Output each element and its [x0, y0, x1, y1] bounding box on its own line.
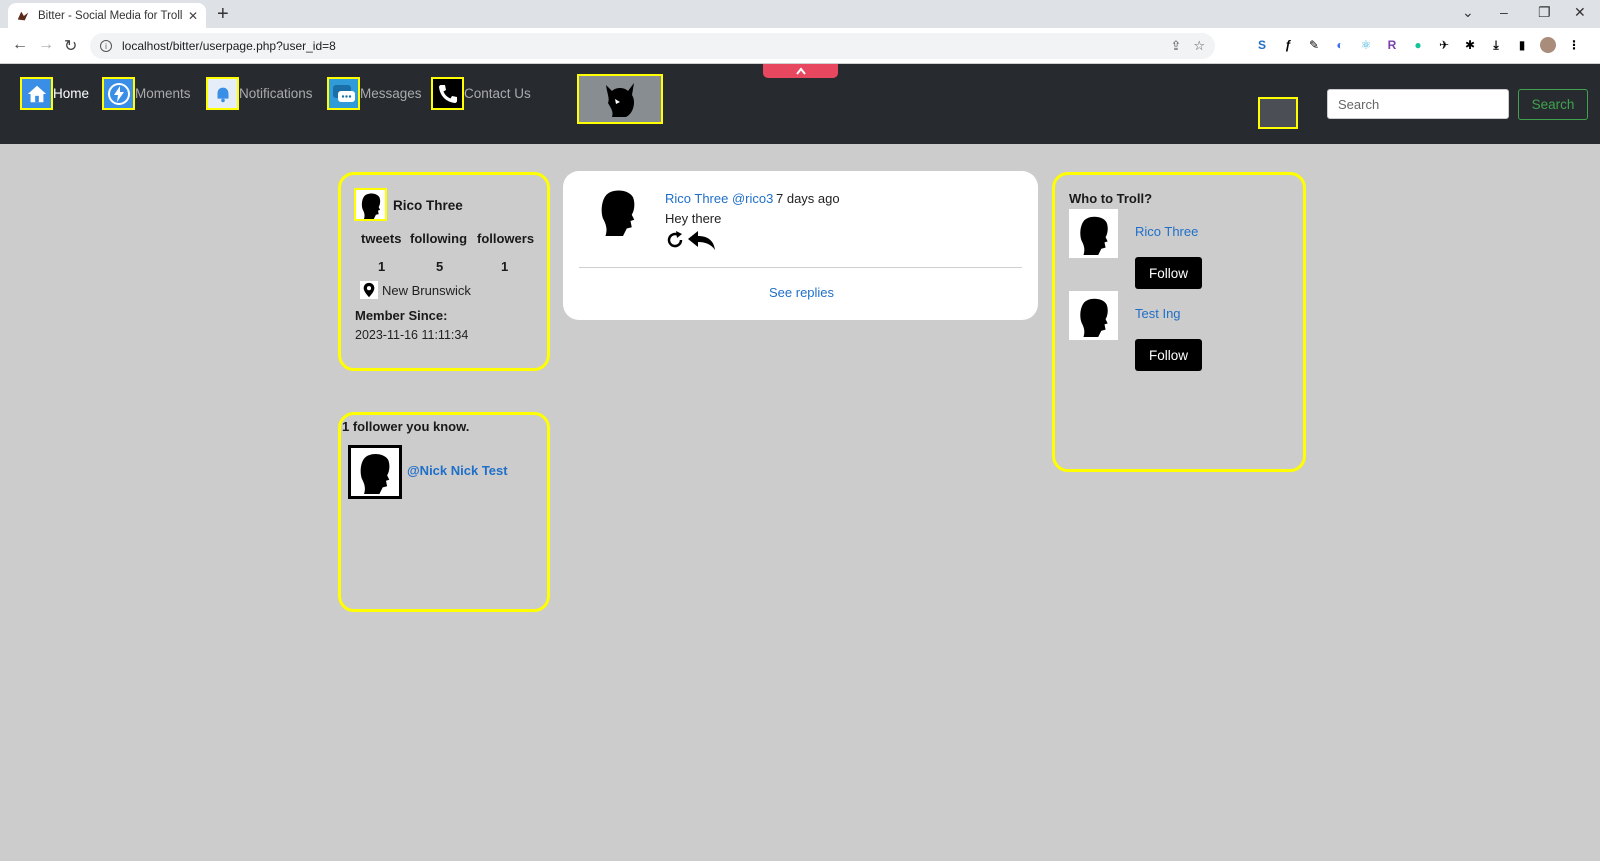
address-bar[interactable]: i localhost/bitter/userpage.php?user_id=…	[90, 33, 1215, 59]
share-icon[interactable]: ⇪	[1170, 38, 1181, 54]
new-tab-icon[interactable]: +	[217, 4, 229, 24]
tweet-divider	[579, 267, 1022, 268]
suggestion-avatar[interactable]	[1069, 209, 1118, 258]
tweet-card: Rico Three @rico3 7 days ago Hey there S…	[563, 171, 1038, 320]
nav-contact-label: Contact Us	[464, 86, 531, 101]
browser-tab[interactable]: Bitter - Social Media for Trolls, N ✕	[8, 3, 206, 28]
suggestion-name-link[interactable]: Test Ing	[1135, 306, 1181, 321]
profile-name: Rico Three	[393, 198, 463, 213]
search-input[interactable]	[1327, 89, 1509, 119]
tweet-author-avatar[interactable]	[593, 185, 643, 237]
who-to-troll-panel: Who to Troll? Rico Three Follow Test Ing…	[1052, 172, 1306, 472]
who-to-troll-title: Who to Troll?	[1069, 191, 1153, 206]
user-thumbnail[interactable]	[1258, 97, 1298, 129]
forward-icon[interactable]: →	[38, 36, 54, 54]
chat-icon	[327, 77, 360, 110]
member-since-label: Member Since:	[355, 308, 448, 323]
chevron-up-icon	[795, 67, 806, 75]
profile-avatar[interactable]	[354, 188, 387, 221]
mutual-follower-link[interactable]: @Nick Nick Test	[407, 463, 508, 478]
silhouette-icon	[601, 190, 635, 236]
lightning-icon	[102, 77, 135, 110]
bitter-favicon-icon	[17, 11, 29, 20]
mutual-follower-avatar[interactable]	[348, 445, 402, 499]
tweet-author-link[interactable]: Rico Three @rico3	[665, 191, 773, 206]
restore-icon[interactable]: ❐	[1538, 4, 1551, 21]
see-replies-link[interactable]: See replies	[769, 285, 834, 300]
url-text: localhost/bitter/userpage.php?user_id=8	[122, 39, 336, 53]
home-icon	[20, 77, 53, 110]
suggestion-avatar[interactable]	[1069, 291, 1118, 340]
silhouette-icon	[361, 193, 380, 219]
extension-react-icon[interactable]: ⚛	[1358, 37, 1374, 53]
extension-f-icon[interactable]: ƒ	[1280, 37, 1296, 53]
tweet-text: Hey there	[665, 211, 722, 226]
location-pin-icon	[360, 281, 378, 299]
profile-panel: Rico Three tweets following followers 1 …	[338, 172, 550, 371]
extension-badge-icon[interactable]: ◐	[1332, 37, 1348, 53]
silhouette-icon	[1079, 216, 1108, 255]
stat-value-followers[interactable]: 1	[501, 259, 508, 274]
profile-avatar-icon[interactable]	[1540, 37, 1556, 53]
troll-logo-icon	[606, 83, 634, 117]
extension-s-icon[interactable]: S	[1254, 37, 1270, 53]
extension-r-icon[interactable]: R	[1384, 37, 1400, 53]
side-panel-icon[interactable]: ▮	[1514, 37, 1530, 53]
dev-toolbar-tab[interactable]	[763, 64, 838, 78]
retweet-icon[interactable]	[665, 230, 685, 250]
silhouette-icon	[360, 453, 390, 494]
nav-home[interactable]: Home	[20, 77, 89, 110]
nav-notifications-label: Notifications	[239, 86, 313, 101]
extensions-puzzle-icon[interactable]: ✱	[1462, 37, 1478, 53]
nav-notifications[interactable]: Notifications	[206, 77, 313, 110]
browser-menu-icon[interactable]: ⋮	[1566, 37, 1582, 53]
phone-icon	[431, 77, 464, 110]
stat-label-tweets: tweets	[361, 231, 402, 246]
nav-messages-label: Messages	[360, 86, 422, 101]
nav-contact[interactable]: Contact Us	[431, 77, 531, 110]
minimize-icon[interactable]: –	[1500, 4, 1508, 20]
tab-search-icon[interactable]: ⌄	[1462, 4, 1474, 21]
download-icon[interactable]: ⤓	[1488, 37, 1504, 53]
silhouette-icon	[1079, 298, 1108, 337]
extension-pen-icon[interactable]: ✎	[1306, 37, 1322, 53]
extension-plane-icon[interactable]: ✈	[1436, 37, 1452, 53]
nav-moments-label: Moments	[135, 86, 191, 101]
bell-icon	[206, 77, 239, 110]
site-info-icon[interactable]: i	[100, 40, 112, 52]
nav-home-label: Home	[53, 86, 90, 101]
nav-moments[interactable]: Moments	[102, 77, 191, 110]
stat-label-followers: followers	[477, 231, 535, 246]
close-window-icon[interactable]: ✕	[1574, 4, 1586, 21]
mutual-followers-panel: 1 follower you know. @Nick Nick Test	[338, 412, 550, 612]
follow-button[interactable]: Follow	[1135, 257, 1202, 289]
back-icon[interactable]: ←	[12, 36, 28, 54]
browser-tabstrip: Bitter - Social Media for Trolls, N ✕ + …	[0, 0, 1600, 28]
follow-button[interactable]: Follow	[1135, 339, 1202, 371]
tab-title: Bitter - Social Media for Trolls, N	[38, 9, 182, 22]
mutual-followers-title: 1 follower you know.	[342, 419, 470, 434]
nav-messages[interactable]: Messages	[327, 77, 422, 110]
reload-icon[interactable]: ↻	[64, 36, 77, 56]
search-button[interactable]: Search	[1518, 89, 1588, 120]
tweet-time: 7 days ago	[776, 191, 840, 206]
brand-logo[interactable]	[577, 74, 663, 124]
suggestion-name-link[interactable]: Rico Three	[1135, 224, 1198, 239]
stat-label-following: following	[410, 231, 468, 246]
profile-location: New Brunswick	[382, 283, 471, 298]
tab-close-icon[interactable]: ✕	[188, 9, 198, 23]
stat-value-tweets[interactable]: 1	[378, 259, 385, 274]
reply-icon[interactable]	[687, 229, 717, 251]
extension-grammarly-icon[interactable]: ●	[1410, 37, 1426, 53]
bookmark-star-icon[interactable]: ☆	[1193, 38, 1205, 54]
member-since-date: 2023-11-16 11:11:34	[355, 328, 469, 342]
stat-value-following[interactable]: 5	[436, 259, 443, 274]
